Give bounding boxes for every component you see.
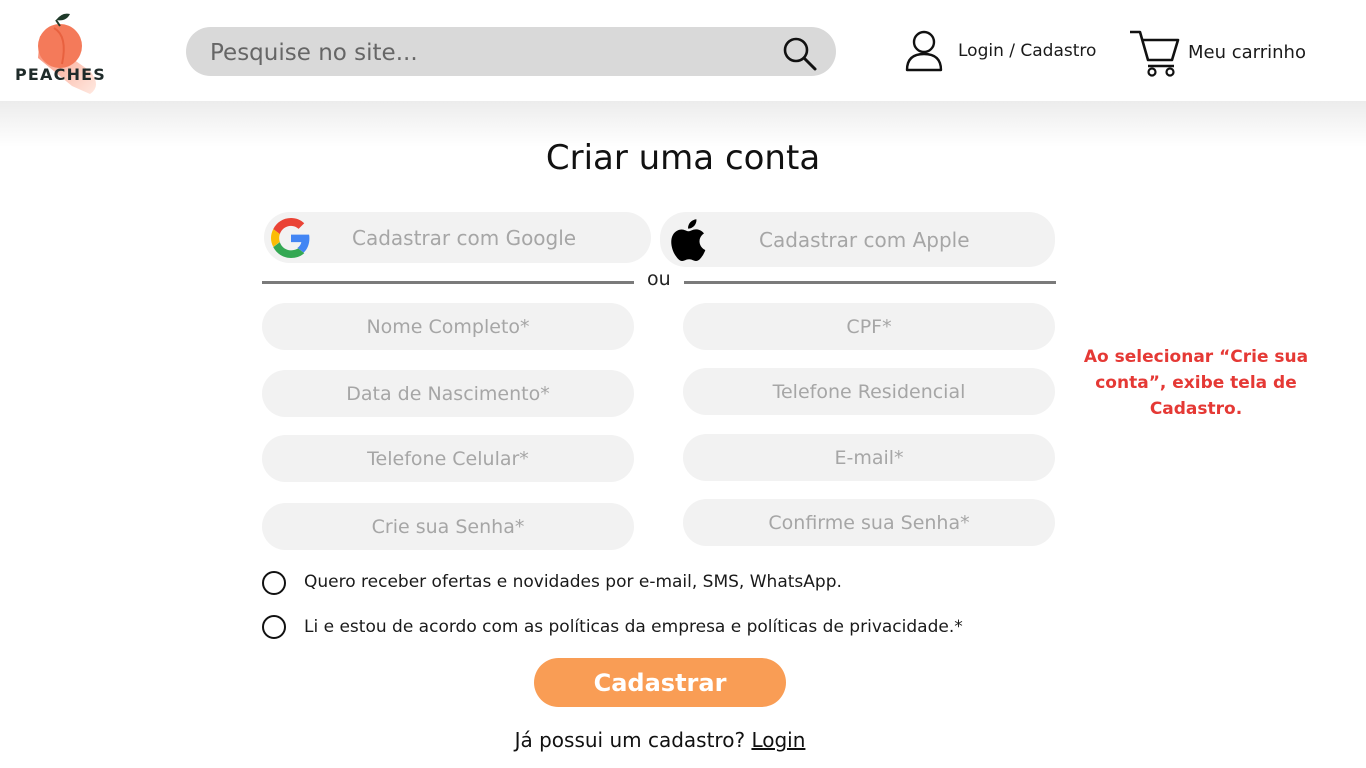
offers-checkbox-label: Quero receber ofertas e novidades por e-… (304, 572, 842, 592)
search-icon[interactable] (782, 36, 818, 72)
divider-left (262, 281, 634, 284)
apple-signup-button[interactable]: Cadastrar com Apple (660, 212, 1055, 267)
cpf-field[interactable] (683, 303, 1055, 350)
terms-checkbox[interactable] (262, 615, 286, 639)
login-prompt-text: Já possui um cadastro? (514, 728, 746, 752)
google-button-label: Cadastrar com Google (352, 226, 577, 250)
terms-checkbox-label: Li e estou de acordo com as políticas da… (304, 617, 963, 637)
login-link[interactable]: Login (751, 728, 805, 752)
mobile-phone-field[interactable] (262, 435, 634, 482)
google-icon (271, 218, 310, 258)
account-label: Login / Cadastro (958, 41, 1097, 61)
divider-right (684, 281, 1056, 284)
home-phone-field[interactable] (683, 368, 1055, 415)
cart-icon (1130, 30, 1180, 77)
cart-label: Meu carrinho (1188, 42, 1306, 63)
peaches-logo[interactable] (10, 6, 125, 101)
separator-text: ou (647, 268, 671, 290)
signup-submit-button[interactable]: Cadastrar (534, 658, 786, 707)
birth-date-field[interactable] (262, 370, 634, 417)
full-name-field[interactable] (262, 303, 634, 350)
email-field[interactable] (683, 434, 1055, 481)
user-icon (905, 30, 943, 72)
search-bar (186, 27, 836, 78)
search-input[interactable] (208, 27, 772, 78)
peach-logo-icon (38, 13, 96, 94)
apple-icon (671, 219, 706, 262)
site-header: PEACHES Login / Cadastro Meu carrinho (0, 0, 1366, 101)
apple-button-label: Cadastrar com Apple (759, 228, 970, 252)
page-title: Criar uma conta (545, 138, 821, 178)
google-signup-button[interactable]: Cadastrar com Google (264, 212, 651, 263)
login-prompt: Já possui um cadastro? Login (0, 728, 1320, 752)
password-field[interactable] (262, 503, 634, 550)
offers-checkbox[interactable] (262, 571, 286, 595)
annotation-note: Ao selecionar “Crie sua conta”, exibe te… (1083, 347, 1309, 419)
logo-text: PEACHES (15, 65, 107, 84)
confirm-password-field[interactable] (683, 499, 1055, 546)
